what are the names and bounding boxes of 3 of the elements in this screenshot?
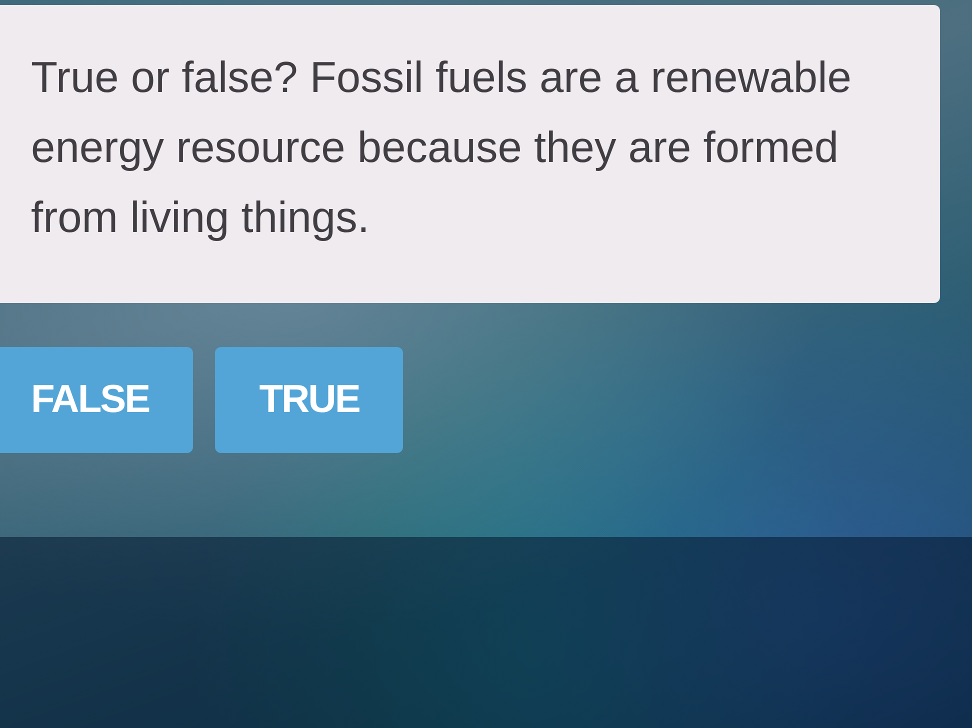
answer-button[interactable]: TRUE [215,347,404,453]
question-text: True or false? Fossil fuels are a renewable energy resource because they are formed from living things. [31,53,852,244]
answer-button[interactable]: FALSE [0,347,194,453]
